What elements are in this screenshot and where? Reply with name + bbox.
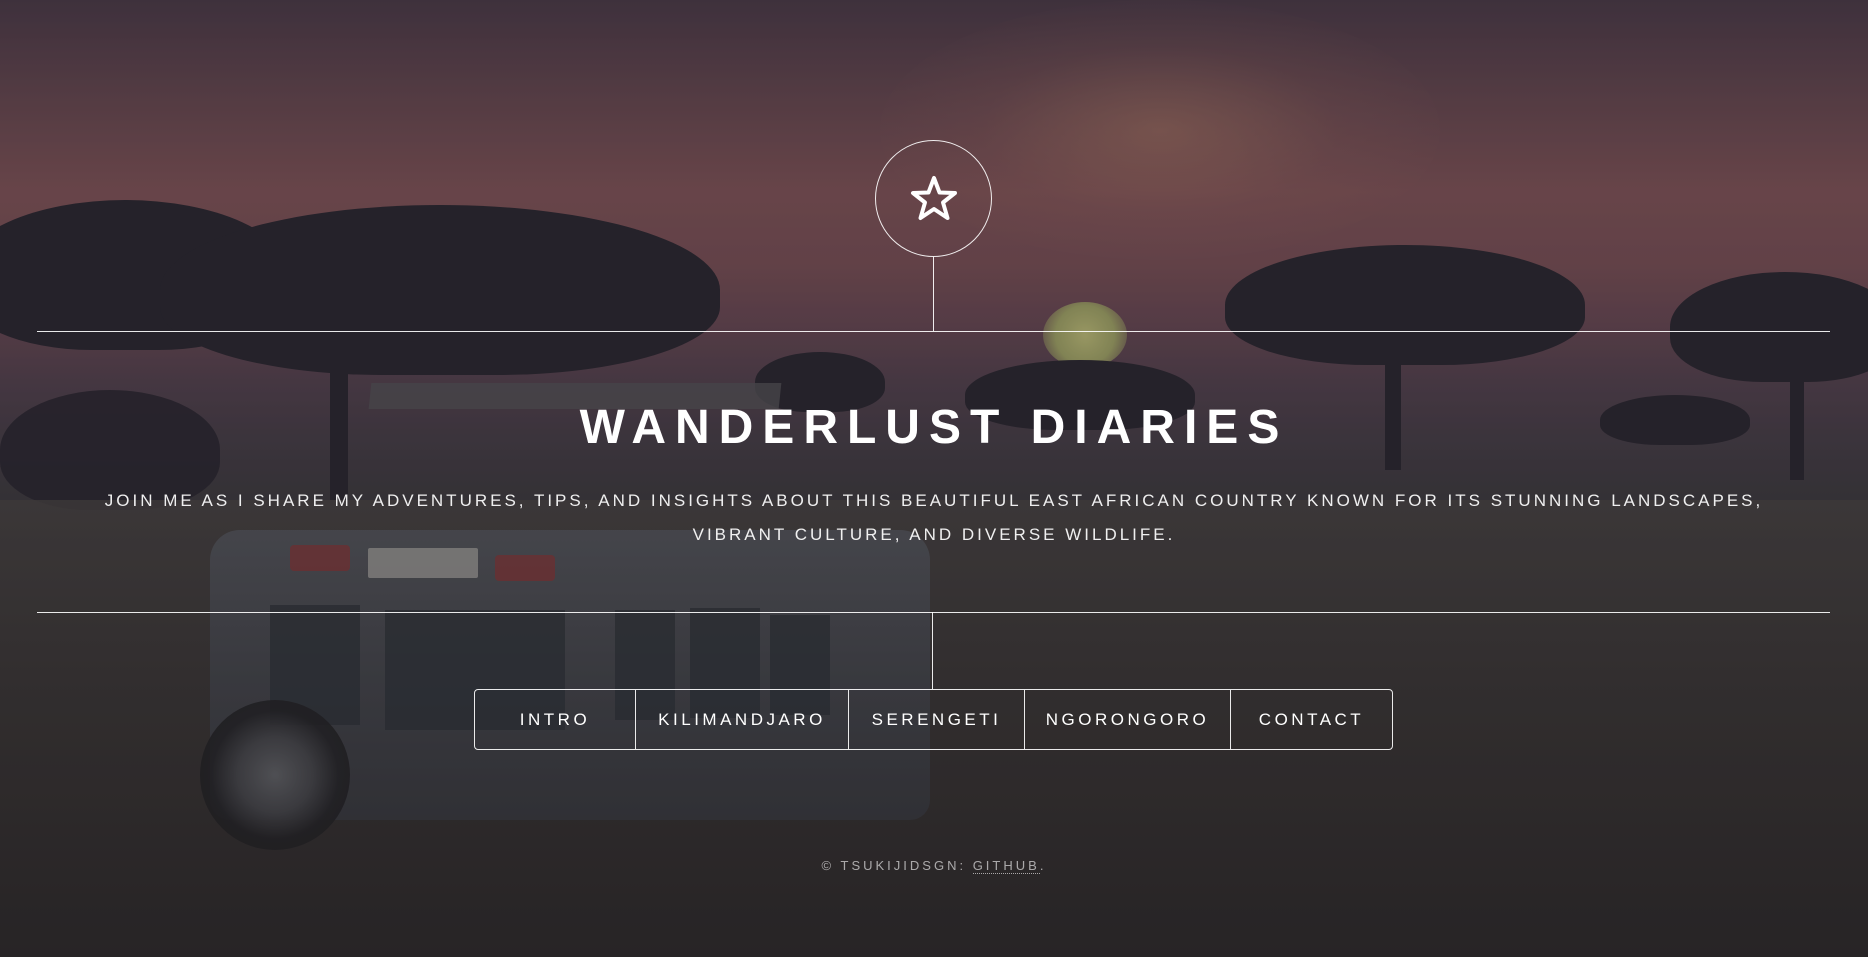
connector-line-bottom xyxy=(932,612,933,689)
nav-item-kilimandjaro[interactable]: KILIMANDJARO xyxy=(636,690,849,749)
footer-suffix: . xyxy=(1039,858,1047,873)
star-icon xyxy=(910,175,957,220)
site-title: WANDERLUST DIARIES xyxy=(579,401,1289,454)
nav-item-intro[interactable]: INTRO xyxy=(475,690,636,749)
github-link[interactable]: GITHUB xyxy=(972,858,1040,874)
connector-line-top xyxy=(933,257,934,331)
nav-item-contact[interactable]: CONTACT xyxy=(1231,690,1392,749)
nav-item-serengeti[interactable]: SERENGETI xyxy=(849,690,1025,749)
main-nav: INTRO KILIMANDJARO SERENGETI NGORONGORO … xyxy=(474,689,1393,750)
footer: © TSUKIJIDSGN: GITHUB. xyxy=(0,858,1868,874)
nav-item-ngorongoro[interactable]: NGORONGORO xyxy=(1025,690,1231,749)
site-tagline: Join me as I share my adventures, tips, … xyxy=(104,491,1764,544)
divider-bottom xyxy=(37,612,1830,613)
logo xyxy=(875,140,992,257)
footer-copyright: © TSUKIJIDSGN: xyxy=(821,858,973,873)
divider-top xyxy=(37,331,1830,332)
